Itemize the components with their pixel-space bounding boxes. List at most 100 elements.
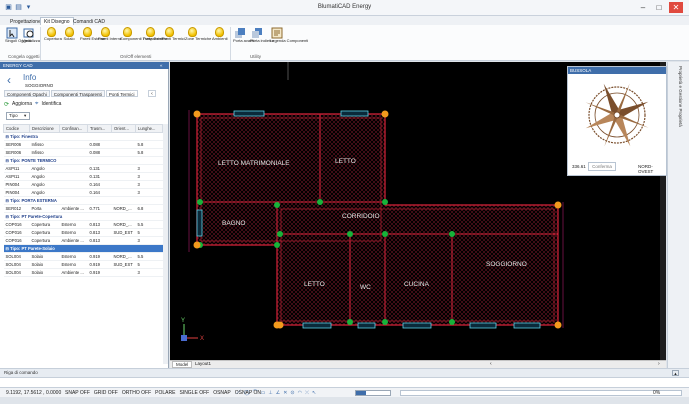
circle-tool-icon[interactable]: ◯ [244,388,250,398]
table-cell: 0.164 [87,188,112,197]
table-row[interactable]: SOL004 Solaio Esterno 0.919 NORD_... 5.5 [3,252,163,261]
compass-rose-icon[interactable] [581,79,653,151]
osnap-toggle[interactable]: OSNAP [213,388,231,398]
zone-termiche-toggle[interactable]: Zone Termiche [185,27,211,42]
componenti-trasparenti-label: Componenti Trasparenti [120,36,163,41]
column-header[interactable]: Codice [3,124,30,133]
tab-componenti-trasparenti[interactable]: Componenti Trasparenti [50,90,105,97]
table-cell: Ambiente ... [59,268,88,277]
column-header[interactable]: Descrizione [29,124,60,133]
column-header[interactable]: Trasm... [87,124,112,133]
pareti-esterne-toggle[interactable]: Pareti Esterne [80,27,105,42]
column-header[interactable]: Confinan... [59,124,88,133]
dimension-tool-icon[interactable]: ⊥ [268,388,272,398]
command-expand-icon[interactable]: ▲ [672,370,679,376]
group-row[interactable]: ⊟ Tipo: PORTA ESTERNA [3,196,163,205]
table-row[interactable]: COP016 Copertura Esterno 0.813 NORD_... 5.5 [3,220,163,229]
compass-angle: 336.61 [572,164,586,169]
tab-model[interactable]: Model [172,361,193,368]
refresh-button[interactable]: Aggiorna [12,101,32,107]
arc-tool-icon[interactable]: ◠ [298,388,302,398]
polyline-tool-icon[interactable]: ⌒ [253,388,258,398]
ponti-termici-toggle[interactable]: Ponti Termici [162,27,185,42]
tab-ponti-termici[interactable]: Ponti Termici [105,90,138,97]
table-row[interactable]: PIN004 Angolo 0.164 3 [3,180,163,189]
table-row[interactable]: COP016 Copertura Ambiente ... 0.813 3 [3,236,163,245]
table-cell: 6.8 [135,204,163,213]
group-row[interactable]: ⊟ Tipo: PONTE TERMICO [3,156,163,165]
angle-tool-icon[interactable]: ∠ [276,388,280,398]
identify-button[interactable]: Identifica [41,101,61,107]
polar-toggle[interactable]: POLARE [155,388,175,398]
copertura-toggle[interactable]: Copertura [44,27,62,42]
subtab-scroll-icon[interactable]: ‹ [148,90,156,97]
trim-tool-icon[interactable]: ⤫ [305,388,309,398]
zoom-slider[interactable] [355,390,391,396]
table-row[interactable]: PIN004 Angolo 0.164 3 [3,188,163,197]
table-row[interactable]: SER006 Infisso 0.088 5.8 [3,148,163,157]
ambienti-toggle[interactable]: Ambienti [212,27,228,42]
porta-avanti-button[interactable]: Porta avanti [233,27,254,44]
grid-toggle[interactable]: GRID OFF [94,388,118,398]
identify-icon: ⌖ [35,100,39,107]
scroll-right-icon[interactable]: › [658,361,660,367]
cross-tool-icon[interactable]: ✕ [283,388,287,398]
table-row[interactable]: SER012 Porta Ambiente ... 0.771 NORD_... 6.8 [3,204,163,213]
table-row[interactable]: COP016 Copertura Esterno 0.813 SUD_EST 5 [3,228,163,237]
line-tool-icon[interactable]: ／ [236,388,241,398]
table-cell: SER006 [3,148,30,157]
single-toggle[interactable]: SINGLE OFF [179,388,209,398]
table-cell: PIN004 [3,188,30,197]
group-row[interactable]: ⊟ Tipo: PT Parete-Copertura [3,212,163,221]
componenti-trasparenti-toggle[interactable]: Componenti Trasparenti [120,27,163,42]
table-row[interactable]: SER006 Infisso 0.088 5.8 [3,140,163,149]
solaio-toggle[interactable]: Solaio [62,27,76,42]
group-row[interactable]: ⊟ Tipo: PT Parete-Solaio [3,244,163,253]
group-row-label: ⊟ Tipo: PT Parete-Copertura [3,212,163,221]
porte-esterne-toggle[interactable]: Porte Esterne [143,27,167,42]
group-label-congela: Congela oggetti [8,54,40,59]
porta-indietro-button[interactable]: Porta indietro [250,27,274,44]
legenda-componenti-button[interactable]: Legenda Componenti [270,27,308,44]
table-cell: 5.8 [135,140,163,149]
table-cell: 3 [135,164,163,173]
zoom-slider-thumb[interactable] [356,391,366,395]
table-row[interactable]: SOL004 Solaio Esterno 0.919 SUD_EST 5 [3,260,163,269]
column-header[interactable]: Lunghe... [135,124,163,133]
command-input[interactable] [0,377,689,387]
snap-toggle[interactable]: SNAP OFF [65,388,90,398]
table-cell: Ambiente ... [59,204,88,213]
group-row[interactable]: ⊟ Tipo: Finestra [3,132,163,141]
orbit-tool-icon[interactable]: ⊙ [290,388,294,398]
panel-close-icon[interactable]: « [160,62,163,69]
table-row[interactable]: ASPI11 Angolo 0.131 3 [3,172,163,181]
close-button[interactable]: ✕ [669,2,683,13]
pareti-interne-toggle[interactable]: Pareti Interne [98,27,122,42]
minimize-button[interactable]: – [636,2,650,13]
back-arrow-icon[interactable]: ‹ [7,73,11,87]
pointer-tool-icon[interactable]: ↖ [312,388,316,398]
scroll-left-icon[interactable]: ‹ [490,361,492,367]
table-cell: COP016 [3,228,30,237]
maximize-button[interactable]: □ [652,2,666,13]
table-cell: Ambiente ... [59,236,88,245]
ortho-toggle[interactable]: ORTHO OFF [122,388,151,398]
ponti-termici-label: Ponti Termici [162,36,185,41]
table-cell: SOL004 [3,260,30,269]
filter-select[interactable]: Tipo ▾ [6,112,30,120]
table-scrollbar[interactable] [163,124,168,364]
tab-layout1[interactable]: Layout1 [192,361,214,368]
properties-strip[interactable]: Proprietà e Gestione Proprietà [667,62,689,368]
tab-componenti-opachi[interactable]: Componenti Opachi [4,90,50,97]
column-header[interactable]: Orient... [111,124,136,133]
singoli-oggetti-button[interactable]: Singoli Oggetti [5,27,31,44]
visualizza-button[interactable]: Visualizza [22,27,40,44]
table-row[interactable]: SOL004 Solaio Ambiente ... 0.919 3 [3,268,163,277]
ribbon-tabs: Progettazione Kit Disegno Comandi CAD [0,16,689,25]
confirm-button[interactable]: Conferma [588,162,616,171]
rectangle-tool-icon[interactable]: ▭ [261,388,266,398]
tab-comandi-cad[interactable]: Comandi CAD [69,17,109,25]
table-row[interactable]: ASPI11 Angolo 0.131 3 [3,164,163,173]
compass-panel: BUSSOLA 336.61 Conferma NORD-OVEST [567,66,667,176]
ucs-axis-icon: Y X [181,318,204,342]
